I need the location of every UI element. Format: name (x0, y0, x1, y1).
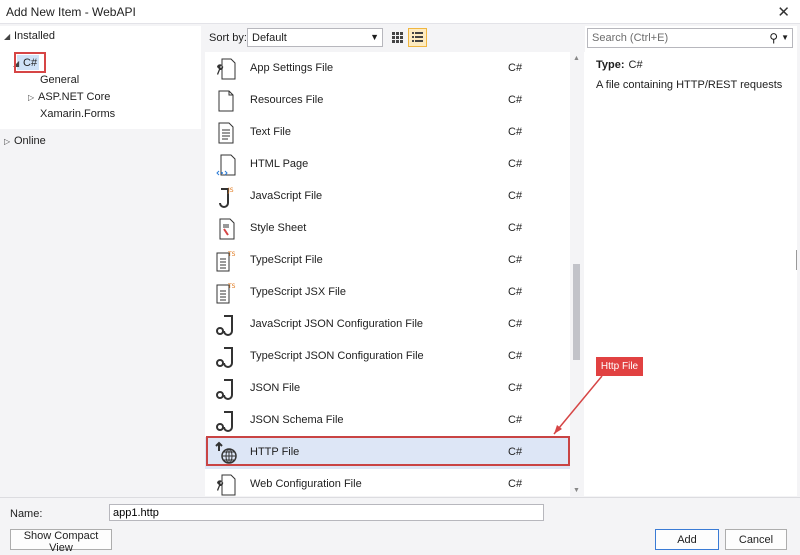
list-item[interactable]: TS TypeScript JSX File C# (205, 277, 570, 309)
expand-triangle-icon[interactable]: ▷ (4, 134, 14, 150)
callout-arrow (553, 375, 603, 435)
search-icon[interactable]: ⚲ (769, 31, 778, 45)
grid-view-icon[interactable] (388, 28, 407, 47)
scroll-down-icon[interactable]: ▼ (573, 487, 580, 494)
scroll-up-icon[interactable]: ▲ (573, 55, 580, 62)
wrench-doc-icon (217, 58, 236, 80)
sort-by-value: Default (252, 32, 287, 44)
json-doc-icon (216, 411, 233, 432)
list-item[interactable]: TS TypeScript File C# (205, 245, 570, 277)
csharp-highlight-box (14, 52, 46, 73)
list-item[interactable]: Text File C# (205, 117, 570, 149)
list-item[interactable]: JSON File C# (205, 373, 570, 405)
html-doc-icon (216, 154, 236, 176)
window-edge (796, 250, 800, 270)
json-doc-icon (216, 315, 233, 336)
template-list: App Settings File C# Resources File C# Tex… (205, 52, 585, 496)
chevron-down-icon[interactable]: ▼ (781, 33, 789, 42)
list-item-selected[interactable]: HTTP File C# (205, 437, 570, 469)
cancel-button[interactable]: Cancel (725, 529, 787, 550)
list-view-icon[interactable] (408, 28, 427, 47)
add-button[interactable]: Add (655, 529, 719, 550)
close-icon[interactable]: ✕ (777, 3, 790, 21)
list-item[interactable]: JS JavaScript File C# (205, 181, 570, 213)
show-compact-view-button[interactable]: Show Compact View (10, 529, 112, 554)
tree-node-general[interactable]: General (40, 72, 79, 88)
sort-by-label: Sort by: (209, 32, 247, 44)
scroll-thumb[interactable] (573, 264, 580, 360)
blank-doc-icon (218, 90, 234, 112)
ts-doc-icon: TS (216, 251, 236, 272)
svg-text:TS: TS (227, 283, 236, 290)
list-item[interactable]: App Settings File C# (205, 53, 570, 85)
collapse-triangle-icon[interactable]: ◢ (4, 29, 14, 45)
svg-text:TS: TS (227, 251, 236, 258)
list-item[interactable]: HTML Page C# (205, 149, 570, 181)
list-item[interactable]: JSON Schema File C# (205, 405, 570, 437)
window-title: Add New Item - WebAPI (6, 5, 136, 19)
tree-node-installed[interactable]: ◢ Installed (4, 28, 55, 44)
item-description: A file containing HTTP/REST requests (596, 79, 783, 91)
sort-by-select[interactable]: Default ▼ (247, 28, 383, 47)
http-globe-icon (215, 441, 237, 464)
json-doc-icon (216, 379, 233, 400)
search-input[interactable]: Search (Ctrl+E) ⚲ ▼ (587, 28, 793, 48)
search-placeholder: Search (Ctrl+E) (592, 32, 669, 44)
tsx-doc-icon: TS (216, 283, 236, 304)
list-item[interactable]: TypeScript JSON Configuration File C# (205, 341, 570, 373)
expand-triangle-icon[interactable]: ▷ (28, 90, 38, 106)
name-label: Name: (10, 508, 43, 520)
type-label: Type: (596, 59, 625, 71)
list-item[interactable]: JavaScript JSON Configuration File C# (205, 309, 570, 341)
list-item[interactable]: Web Configuration File C# (205, 469, 570, 496)
tree-node-xamarin-forms[interactable]: Xamarin.Forms (40, 106, 115, 122)
footer: Name: Show Compact View Add Cancel (0, 497, 800, 555)
type-value: C# (628, 59, 643, 71)
name-input[interactable] (109, 504, 544, 521)
title-bar: Add New Item - WebAPI ✕ (0, 0, 800, 24)
tree-node-online[interactable]: ▷ Online (4, 133, 46, 149)
list-item[interactable]: Style Sheet C# (205, 213, 570, 245)
sort-toolbar: Sort by: Default ▼ (205, 26, 583, 50)
type-row: Type: C# (596, 59, 643, 71)
list-item[interactable]: Resources File C# (205, 85, 570, 117)
chevron-down-icon: ▼ (370, 32, 379, 42)
json-doc-icon (216, 347, 233, 368)
css-doc-icon (219, 218, 235, 240)
js-doc-icon: JS (219, 187, 234, 208)
tree-node-aspnet-core[interactable]: ▷ ASP.NET Core (28, 89, 110, 105)
template-tree: ◢ Installed ◢ C# General ▷ ASP.NET Core Xam… (0, 26, 201, 496)
text-doc-icon (218, 122, 234, 144)
http-file-callout: Http File (596, 357, 643, 376)
svg-text:JS: JS (227, 187, 234, 194)
wrench-doc-icon (217, 474, 236, 496)
